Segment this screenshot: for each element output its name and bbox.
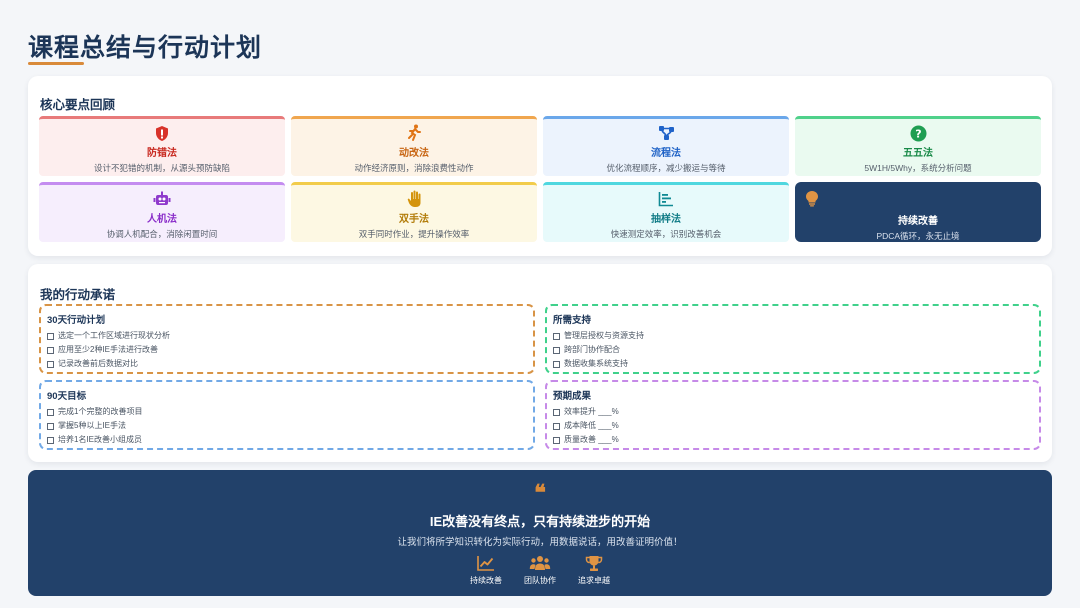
checkbox[interactable] bbox=[47, 360, 54, 368]
checkbox[interactable] bbox=[47, 436, 54, 444]
key-points-grid: 防错法 设计不犯错的机制，从源头预防缺陷 动改法 动作经济原则，消除浪费性动作 … bbox=[39, 116, 1041, 242]
team-icon bbox=[529, 554, 551, 572]
badge-label: 追求卓越 bbox=[578, 576, 610, 585]
checkbox[interactable] bbox=[553, 360, 560, 368]
checkbox[interactable] bbox=[553, 422, 560, 430]
card-two-hands: 双手法 双手同时作业，提升操作效率 bbox=[291, 182, 537, 242]
plan-30-days: 30天行动计划 选定一个工作区域进行现状分析 应用至少2种IE手法进行改善 记录… bbox=[39, 304, 535, 374]
card-desc: 快速测定效率，识别改善机会 bbox=[610, 229, 722, 239]
svg-text:?: ? bbox=[915, 127, 921, 140]
checklist-item[interactable]: 应用至少2种IE手法进行改善 bbox=[47, 343, 527, 357]
checklist-item[interactable]: 培养1名IE改善小组成员 bbox=[47, 433, 527, 447]
page-title: 课程总结与行动计划 bbox=[28, 34, 263, 62]
card-name: 五五法 bbox=[903, 148, 933, 159]
plan-title: 所需支持 bbox=[553, 315, 592, 326]
card-sampling: 抽样法 快速测定效率，识别改善机会 bbox=[543, 182, 789, 242]
key-points-panel: 核心要点回顾 防错法 设计不犯错的机制，从源头预防缺陷 动改法 动作经济原则，消… bbox=[28, 76, 1052, 256]
banner-subtitle: 让我们将所学知识转化为实际行动，用数据说话，用改善证明价值！ bbox=[397, 537, 683, 548]
action-grid: 30天行动计划 选定一个工作区域进行现状分析 应用至少2种IE手法进行改善 记录… bbox=[39, 304, 1041, 450]
closing-banner: ❝ IE改善没有终点，只有持续进步的开始 让我们将所学知识转化为实际行动，用数据… bbox=[28, 470, 1052, 596]
card-motion: 动改法 动作经济原则，消除浪费性动作 bbox=[291, 116, 537, 176]
robot-icon bbox=[151, 189, 173, 209]
plan-90-days: 90天目标 完成1个完整的改善项目 掌握5种以上IE手法 培养1名IE改善小组成… bbox=[39, 380, 535, 450]
card-name: 流程法 bbox=[651, 148, 681, 159]
checklist-item[interactable]: 效率提升 ___% bbox=[553, 405, 1033, 419]
trend-chart-icon bbox=[477, 554, 495, 572]
checkbox[interactable] bbox=[553, 408, 560, 416]
card-name: 动改法 bbox=[399, 148, 429, 159]
checkbox[interactable] bbox=[553, 332, 560, 340]
plan-title: 预期成果 bbox=[553, 391, 592, 402]
plan-title: 30天行动计划 bbox=[47, 315, 106, 326]
lightbulb-icon bbox=[805, 190, 819, 212]
checklist-item[interactable]: 成本降低 ___% bbox=[553, 419, 1033, 433]
plan-support: 所需支持 管理层授权与资源支持 跨部门协作配合 数据收集系统支持 bbox=[545, 304, 1041, 374]
card-process: 流程法 优化流程顺序，减少搬运与等待 bbox=[543, 116, 789, 176]
card-name: 人机法 bbox=[147, 214, 177, 225]
banner-badges: 持续改善 团队协作 追求卓越 bbox=[28, 554, 1052, 586]
card-name: 持续改善 bbox=[898, 216, 938, 227]
running-person-icon bbox=[403, 123, 425, 143]
card-desc: 设计不犯错的机制，从源头预防缺陷 bbox=[93, 163, 230, 173]
card-desc: 5W1H/5Why，系统分析问题 bbox=[864, 163, 972, 173]
checkbox[interactable] bbox=[553, 346, 560, 354]
card-name: 双手法 bbox=[399, 214, 429, 225]
badge-label: 持续改善 bbox=[470, 576, 502, 585]
hand-icon bbox=[403, 189, 425, 209]
quote-icon: ❝ bbox=[534, 480, 546, 506]
card-name: 抽样法 bbox=[651, 214, 681, 225]
flow-network-icon bbox=[655, 123, 677, 143]
key-points-title: 核心要点回顾 bbox=[40, 98, 116, 112]
checkbox[interactable] bbox=[47, 346, 54, 354]
badge-continuous-improvement: 持续改善 bbox=[466, 554, 506, 586]
checkbox[interactable] bbox=[47, 332, 54, 340]
question-circle-icon: ? bbox=[907, 123, 929, 143]
checklist-item[interactable]: 跨部门协作配合 bbox=[553, 343, 1033, 357]
checkbox[interactable] bbox=[47, 422, 54, 430]
card-poka-yoke: 防错法 设计不犯错的机制，从源头预防缺陷 bbox=[39, 116, 285, 176]
card-desc: 协调人机配合，消除闲置时间 bbox=[106, 229, 218, 239]
plan-title: 90天目标 bbox=[47, 391, 87, 402]
card-desc: 动作经济原则，消除浪费性动作 bbox=[354, 163, 474, 173]
bar-chart-icon bbox=[655, 189, 677, 209]
card-continuous-improvement: 持续改善 PDCA循环，永无止境 bbox=[795, 182, 1041, 242]
card-desc: PDCA循环，永无止境 bbox=[876, 231, 960, 241]
card-name: 防错法 bbox=[147, 148, 177, 159]
title-underline bbox=[28, 62, 84, 65]
card-man-machine: 人机法 协调人机配合，消除闲置时间 bbox=[39, 182, 285, 242]
trophy-icon bbox=[585, 554, 603, 572]
checkbox[interactable] bbox=[47, 408, 54, 416]
card-5w1h: ? 五五法 5W1H/5Why，系统分析问题 bbox=[795, 116, 1041, 176]
badge-label: 团队协作 bbox=[524, 576, 556, 585]
card-desc: 优化流程顺序，减少搬运与等待 bbox=[606, 163, 726, 173]
shield-icon bbox=[151, 123, 173, 143]
checkbox[interactable] bbox=[553, 436, 560, 444]
checklist-item[interactable]: 管理层授权与资源支持 bbox=[553, 329, 1033, 343]
checklist-item[interactable]: 掌握5种以上IE手法 bbox=[47, 419, 527, 433]
checklist-item[interactable]: 记录改善前后数据对比 bbox=[47, 357, 527, 371]
badge-excellence: 追求卓越 bbox=[574, 554, 614, 586]
checklist-item[interactable]: 质量改善 ___% bbox=[553, 433, 1033, 447]
plan-expected-results: 预期成果 效率提升 ___% 成本降低 ___% 质量改善 ___% bbox=[545, 380, 1041, 450]
checklist-item[interactable]: 完成1个完整的改善项目 bbox=[47, 405, 527, 419]
checklist-item[interactable]: 数据收集系统支持 bbox=[553, 357, 1033, 371]
action-panel: 我的行动承诺 30天行动计划 选定一个工作区域进行现状分析 应用至少2种IE手法… bbox=[28, 264, 1052, 462]
checklist-item[interactable]: 选定一个工作区域进行现状分析 bbox=[47, 329, 527, 343]
card-desc: 双手同时作业，提升操作效率 bbox=[358, 229, 470, 239]
banner-headline: IE改善没有终点，只有持续进步的开始 bbox=[429, 514, 651, 529]
badge-teamwork: 团队协作 bbox=[520, 554, 560, 586]
action-title: 我的行动承诺 bbox=[40, 288, 116, 302]
